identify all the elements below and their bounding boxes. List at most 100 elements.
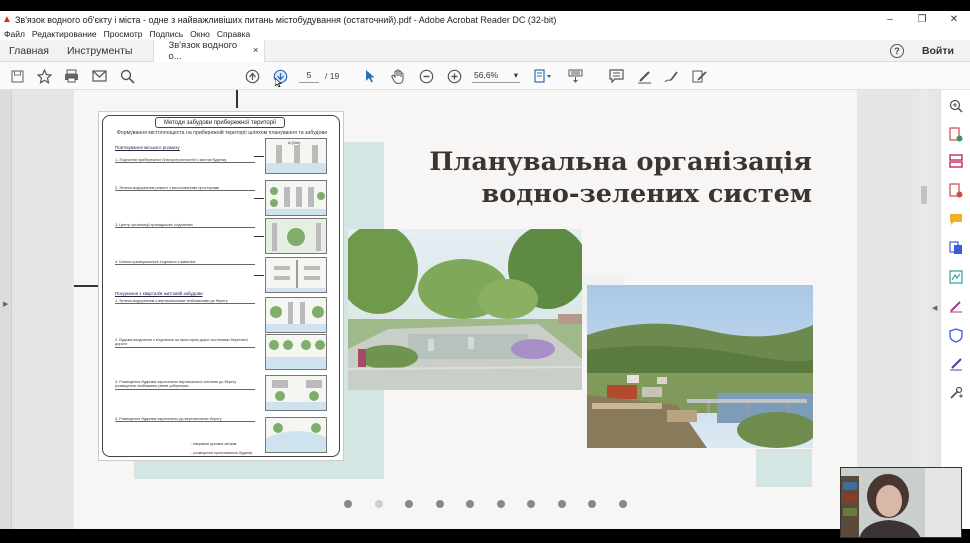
page-fit-icon[interactable] — [532, 68, 554, 84]
compress-pdf-icon[interactable] — [948, 269, 964, 285]
fill-sign-icon[interactable] — [691, 68, 707, 84]
fill-sign-tool-icon[interactable] — [948, 298, 964, 314]
diagram-label: A (Nm) — [288, 140, 301, 145]
more-tools-icon[interactable] — [948, 385, 964, 401]
heading-line-2: водно-зелених систем — [481, 179, 812, 209]
menu-sign[interactable]: Подпись — [150, 29, 184, 39]
zoom-value: 56,6% — [474, 70, 499, 80]
menu-file[interactable]: Файл — [4, 29, 25, 39]
minimize-button[interactable]: – — [874, 14, 906, 25]
legend-building: - розміщення проектованого будинку — [191, 451, 253, 455]
schema-item: 2. Зелено-водорезним ремонт з висосовани… — [115, 186, 255, 191]
pagination-dot[interactable] — [557, 500, 566, 508]
select-cursor-icon[interactable] — [362, 68, 378, 84]
schema-item: 3. Центр організації громадських з'єднан… — [115, 223, 255, 228]
schema-diagram — [265, 334, 327, 370]
comment-icon[interactable] — [608, 68, 624, 84]
sign-icon[interactable] — [663, 68, 679, 84]
screen: ▲ Зв'язок водного об'єкту і міста - одне… — [0, 0, 970, 543]
mouse-cursor-icon — [274, 77, 282, 87]
zoom-out-icon[interactable] — [418, 68, 434, 84]
close-window-button[interactable]: ✕ — [938, 14, 970, 25]
divider-line — [236, 90, 238, 108]
save-icon[interactable] — [9, 68, 25, 84]
create-pdf-icon[interactable] — [948, 126, 964, 142]
menu-help[interactable]: Справка — [217, 29, 250, 39]
pagination-dot-active[interactable] — [374, 500, 383, 508]
highlight-pen-icon[interactable] — [636, 68, 652, 84]
planning-schema-figure: Методи забудови прибережної території Фо… — [98, 111, 344, 461]
schema-diagram — [265, 417, 327, 453]
print-icon[interactable] — [63, 68, 79, 84]
schema-diagram: A (Nm) — [265, 138, 327, 174]
zoom-select[interactable]: 56,6% ▾ — [472, 70, 520, 83]
schema-section: Поєднання з кварталів житловій забудови — [115, 291, 203, 296]
schema-item: 1. З'єднання прибережних благоустроєност… — [115, 158, 255, 163]
menu-edit[interactable]: Редактирование — [32, 29, 97, 39]
page-count: / 19 — [325, 71, 340, 81]
tab-close-icon[interactable]: × — [253, 45, 259, 56]
webcam-overlay — [840, 467, 962, 538]
pagination-dot[interactable] — [588, 500, 596, 508]
schema-diagram — [265, 218, 327, 254]
slide-heading: Планувальна організація водно-зелених си… — [394, 146, 812, 210]
pagination-dot[interactable] — [435, 500, 444, 508]
schema-title: Методи забудови прибережної території — [155, 117, 285, 128]
zoom-tools-icon[interactable] — [948, 98, 964, 114]
menu-view[interactable]: Просмотр — [104, 29, 143, 39]
pagination-dot[interactable] — [466, 500, 474, 508]
previous-page-icon[interactable] — [244, 68, 260, 84]
schema-diagram — [265, 297, 327, 333]
schema-section: Пов'язування міського розмоху — [115, 145, 180, 150]
legend-arrow: - напрямок рухових зв'язків — [191, 442, 237, 446]
schema-item: 3. Розміщення будинків паралельно вертик… — [115, 380, 255, 390]
page-number-input[interactable]: 5 — [299, 70, 319, 83]
acrobat-icon: ▲ — [2, 14, 12, 25]
export-pdf-icon[interactable] — [948, 182, 964, 198]
menu-window[interactable]: Окно — [190, 29, 210, 39]
vertical-scrollbar[interactable] — [919, 90, 929, 529]
email-icon[interactable] — [91, 68, 107, 84]
sign-tool-icon[interactable] — [948, 356, 964, 372]
divider-line — [74, 285, 98, 287]
heading-line-1: Планувальна організація — [429, 147, 812, 177]
signin-button[interactable]: Войти — [922, 45, 954, 57]
help-icon[interactable]: ? — [889, 43, 904, 58]
schema-item: 2. Будова-поєднання з в'єднаною за прост… — [115, 338, 255, 348]
schema-diagram — [265, 375, 327, 411]
pagination-dot[interactable] — [527, 500, 535, 508]
combine-files-icon[interactable] — [948, 240, 964, 256]
protect-icon[interactable] — [948, 327, 964, 343]
toolbar: 5 / 19 56,6% ▾ — [0, 62, 970, 90]
search-icon[interactable] — [119, 68, 135, 84]
pagination-dot[interactable] — [344, 500, 352, 508]
pagination-dot[interactable] — [496, 500, 505, 508]
maximize-button[interactable]: ❐ — [906, 14, 938, 25]
collapse-right-panel-icon[interactable]: ◀ — [932, 304, 937, 312]
schema-diagram — [265, 257, 327, 293]
schema-item: 4. Розміщення будинків паралельно до вер… — [115, 417, 255, 422]
hand-tool-icon[interactable] — [390, 68, 406, 84]
schema-diagram — [265, 180, 327, 216]
comment-tool-icon[interactable] — [948, 211, 964, 227]
left-panel-toggle[interactable]: ▶ — [0, 90, 12, 529]
expand-left-icon[interactable]: ▶ — [3, 300, 8, 308]
pagination-dot[interactable] — [405, 500, 413, 508]
zoom-in-icon[interactable] — [446, 68, 462, 84]
bottom-bar — [0, 529, 970, 543]
pagination-dot[interactable] — [618, 500, 627, 508]
tab-document[interactable]: Зв'язок водного о... × — [153, 39, 266, 62]
organize-pages-icon[interactable] — [948, 153, 964, 169]
schema-item: 1. Зелено-водорезним з вертикальними лін… — [115, 299, 255, 304]
keyboard-icon[interactable] — [567, 68, 583, 84]
schema-subtitle: Формування містоплощеста на прибережній … — [116, 130, 328, 136]
tab-home[interactable]: Главная — [0, 40, 58, 62]
tab-document-label: Зв'язок водного о... — [168, 39, 238, 62]
bookmark-star-icon[interactable] — [36, 68, 52, 84]
title-bar: ▲ Зв'язок водного об'єкту і міста - одне… — [0, 11, 970, 28]
schema-item: 4. Шляхи-пряморикальні з'єднання з акват… — [115, 260, 255, 265]
tab-tools[interactable]: Инструменты — [58, 40, 141, 62]
right-tools-panel — [940, 90, 970, 529]
window-title: Зв'язок водного об'єкту і міста - одне з… — [15, 14, 557, 25]
scrollbar-thumb[interactable] — [921, 186, 927, 204]
